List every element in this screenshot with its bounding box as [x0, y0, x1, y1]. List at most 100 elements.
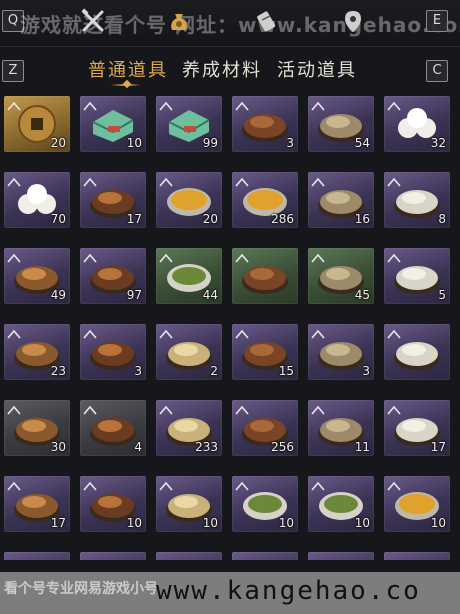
- money-bag-icon[interactable]: [164, 6, 194, 36]
- item-quantity: 3: [286, 136, 294, 150]
- item-quantity: 10: [278, 516, 294, 530]
- inventory-slot[interactable]: 10: [308, 476, 374, 532]
- clam-dish-icon: [164, 330, 214, 374]
- key-e-hint[interactable]: E: [426, 10, 448, 32]
- inventory-slot[interactable]: 23: [4, 324, 70, 380]
- inventory-slot[interactable]: 44: [156, 248, 222, 304]
- inventory-slot[interactable]: 10: [384, 476, 450, 532]
- inventory-slot[interactable]: [156, 552, 222, 560]
- inventory-slot[interactable]: 5: [384, 248, 450, 304]
- item-quantity: 233: [195, 440, 218, 454]
- item-quantity: 2: [210, 364, 218, 378]
- item-quantity: 70: [50, 212, 66, 226]
- item-quantity: 17: [430, 440, 446, 454]
- inventory-slot[interactable]: 3: [308, 324, 374, 380]
- item-quantity: 97: [126, 288, 142, 302]
- inventory-slot[interactable]: 49: [4, 248, 70, 304]
- inventory-slot[interactable]: [232, 552, 298, 560]
- inventory-slot[interactable]: [4, 552, 70, 560]
- inventory-slot[interactable]: 8: [384, 172, 450, 228]
- inventory-slot[interactable]: 10: [80, 96, 146, 152]
- braised-dish-icon: [240, 102, 290, 146]
- inventory-slot[interactable]: 286: [232, 172, 298, 228]
- inventory-slot[interactable]: 256: [232, 400, 298, 456]
- item-quantity: 5: [438, 288, 446, 302]
- inventory-slot[interactable]: 10: [156, 476, 222, 532]
- inventory-slot[interactable]: 16: [308, 172, 374, 228]
- item-quantity: 10: [126, 516, 142, 530]
- tab-materials[interactable]: 养成材料: [182, 56, 262, 82]
- inventory-slot[interactable]: [384, 552, 450, 560]
- location-pin-icon[interactable]: [338, 6, 368, 36]
- item-quantity: 16: [354, 212, 370, 226]
- inventory-slot[interactable]: 97: [80, 248, 146, 304]
- item-quantity: 3: [134, 364, 142, 378]
- inventory-slot[interactable]: 99: [156, 96, 222, 152]
- inventory-slot[interactable]: 15: [232, 324, 298, 380]
- inventory-slot[interactable]: 70: [4, 172, 70, 228]
- item-quantity: 4: [134, 440, 142, 454]
- inventory-slot[interactable]: 10: [80, 476, 146, 532]
- item-quantity: 11: [354, 440, 370, 454]
- inventory-slot[interactable]: 3: [80, 324, 146, 380]
- meatball-dish-icon: [316, 330, 366, 374]
- inventory-grid: 20 10 99 3 54 32 70 17 20 286 16 8 49 97 44 45 5 23 3 2 15 3 3…: [0, 90, 460, 560]
- inventory-slot[interactable]: 2: [156, 324, 222, 380]
- item-quantity: 10: [202, 516, 218, 530]
- item-quantity: 10: [354, 516, 370, 530]
- item-quantity: 20: [202, 212, 218, 226]
- inventory-slot[interactable]: [308, 552, 374, 560]
- inventory-slot[interactable]: 20: [156, 172, 222, 228]
- item-quantity: 54: [354, 136, 370, 150]
- item-quantity: 10: [126, 136, 142, 150]
- inventory-slot[interactable]: 32: [384, 96, 450, 152]
- watermark-banner-text: 看个号专业网易游戏小号: [4, 581, 158, 597]
- inventory-slot[interactable]: [232, 248, 298, 304]
- tab-common-items[interactable]: 普通道具: [88, 56, 168, 82]
- item-quantity: 23: [50, 364, 66, 378]
- top-bar: Q 游戏就这看个号 网址：www.kangehao.com E: [0, 0, 460, 47]
- watermark-url: www.kangehao.co: [156, 576, 421, 606]
- mushroom-dish-icon: [240, 254, 290, 298]
- item-quantity: 45: [354, 288, 370, 302]
- inventory-slot[interactable]: 4: [80, 400, 146, 456]
- noodle-plate-icon: [88, 406, 138, 450]
- inventory-slot[interactable]: [80, 552, 146, 560]
- key-z-hint[interactable]: Z: [2, 60, 24, 82]
- item-quantity: 49: [50, 288, 66, 302]
- braised-pork-icon: [88, 330, 138, 374]
- inventory-slot[interactable]: 30: [4, 400, 70, 456]
- crossed-tools-icon[interactable]: [78, 6, 108, 36]
- inventory-slot[interactable]: 10: [232, 476, 298, 532]
- item-quantity: 3: [362, 364, 370, 378]
- item-quantity: 8: [438, 212, 446, 226]
- hot-pot-icon: [392, 254, 442, 298]
- inventory-slot[interactable]: 3: [232, 96, 298, 152]
- item-quantity: 44: [202, 288, 218, 302]
- inventory-slot[interactable]: 233: [156, 400, 222, 456]
- item-quantity: 10: [430, 516, 446, 530]
- inventory-slot[interactable]: 17: [4, 476, 70, 532]
- item-quantity: 32: [430, 136, 446, 150]
- grilled-fish-icon: [392, 178, 442, 222]
- item-quantity: 17: [50, 516, 66, 530]
- tab-event-items[interactable]: 活动道具: [277, 56, 357, 82]
- item-quantity: 256: [271, 440, 294, 454]
- inventory-slot[interactable]: 54: [308, 96, 374, 152]
- inventory-slot[interactable]: 45: [308, 248, 374, 304]
- key-c-hint[interactable]: C: [426, 60, 448, 82]
- item-quantity: 20: [50, 136, 66, 150]
- category-tabs: Z 普通道具 养成材料 活动道具 C: [0, 50, 460, 90]
- watermark-banner: 看个号专业网易游戏小号 www.kangehao.co: [0, 572, 460, 614]
- item-quantity: 17: [126, 212, 142, 226]
- pancake-stack-icon: [392, 330, 442, 374]
- scroll-icon[interactable]: [252, 6, 282, 36]
- item-quantity: 286: [271, 212, 294, 226]
- item-quantity: 15: [278, 364, 294, 378]
- inventory-slot[interactable]: 17: [384, 400, 450, 456]
- inventory-slot[interactable]: 17: [80, 172, 146, 228]
- inventory-slot[interactable]: 20: [4, 96, 70, 152]
- inventory-slot[interactable]: [384, 324, 450, 380]
- inventory-slot[interactable]: 11: [308, 400, 374, 456]
- item-quantity: 99: [202, 136, 218, 150]
